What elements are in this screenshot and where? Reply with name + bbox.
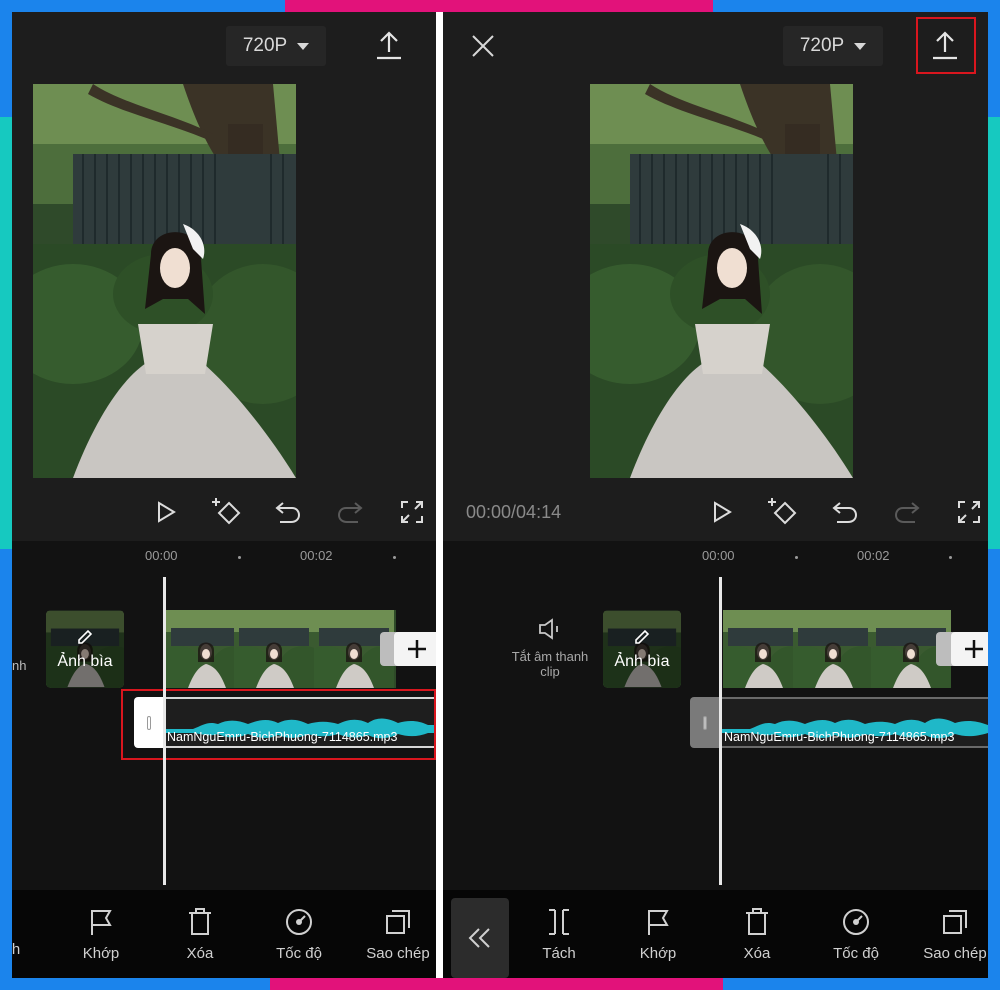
flag-icon <box>648 910 669 935</box>
redo-icon[interactable] <box>332 494 368 530</box>
double-chevron-left-icon <box>468 928 490 948</box>
tool-edge-label: h <box>12 941 21 958</box>
frame-bottom-accent <box>270 978 723 990</box>
export-icon[interactable] <box>372 28 406 62</box>
playback-time: 00:00/04:14 <box>466 502 562 522</box>
plus-icon <box>408 640 426 658</box>
undo-icon[interactable] <box>827 494 863 530</box>
play-icon[interactable] <box>148 494 184 530</box>
video-clip[interactable] <box>723 610 951 688</box>
tool-delete-label: Xóa <box>743 945 771 962</box>
playhead[interactable] <box>163 577 166 885</box>
speaker-icon <box>539 618 558 640</box>
audio-left-trim-handle[interactable] <box>690 697 720 748</box>
ruler-dot <box>795 556 798 559</box>
video-preview[interactable] <box>590 84 853 478</box>
speed-icon <box>843 909 869 935</box>
add-clip-button[interactable] <box>394 632 436 666</box>
clip-frame <box>793 610 873 688</box>
cover-label: Ảnh bìa <box>57 653 113 670</box>
video-preview[interactable] <box>33 84 296 478</box>
cover-label: Ảnh bìa <box>614 653 670 670</box>
ruler-dot <box>238 556 241 559</box>
tool-edge[interactable]: h <box>12 907 51 958</box>
redo-icon[interactable] <box>889 494 925 530</box>
trash-icon <box>189 908 211 935</box>
screen-divider <box>436 12 443 978</box>
audio-filename: NamNguEmru-BichPhuong-7114865.mp3 <box>724 730 955 744</box>
partial-label: nh <box>12 658 27 673</box>
mute-label: Tắt âm thanh clip <box>511 649 589 679</box>
chevron-down-icon <box>854 42 867 50</box>
ruler-time-2: 00:02 <box>857 548 890 563</box>
speed-icon <box>286 909 312 935</box>
copy-icon <box>943 910 967 934</box>
ruler-time-0: 00:00 <box>145 548 178 563</box>
tool-match[interactable]: Khớp <box>66 907 136 962</box>
video-clip[interactable] <box>166 610 396 688</box>
copy-icon <box>386 910 410 934</box>
flag-icon <box>91 910 112 935</box>
close-icon[interactable] <box>467 30 499 62</box>
plus-icon <box>965 640 983 658</box>
pencil-icon <box>635 629 650 644</box>
resolution-dropdown[interactable]: 720P <box>783 26 883 66</box>
ruler-time-2: 00:02 <box>300 548 333 563</box>
tool-split[interactable]: Tách <box>524 907 594 962</box>
left-screen: 720P 00:00 00:02 nh Ảnh bìa NamNguEmru-B… <box>12 12 436 978</box>
tool-match[interactable]: Khớp <box>623 907 693 962</box>
tool-speed-label: Tốc độ <box>276 945 322 962</box>
tool-copy[interactable]: Sao chép <box>920 907 988 962</box>
playhead[interactable] <box>719 577 722 885</box>
tool-copy-label: Sao chép <box>923 945 987 962</box>
tool-speed-label: Tốc độ <box>833 945 879 962</box>
cover-thumbnail[interactable]: Ảnh bìa <box>603 610 681 688</box>
tool-copy[interactable]: Sao chép <box>363 907 433 962</box>
audio-clip[interactable]: NamNguEmru-BichPhuong-7114865.mp3 <box>720 697 988 748</box>
frame-left-accent <box>0 117 12 549</box>
tool-delete-label: Xóa <box>186 945 214 962</box>
mute-clip-audio-button[interactable]: Tắt âm thanh clip <box>505 617 595 679</box>
trash-icon <box>746 908 768 935</box>
tool-speed[interactable]: Tốc độ <box>264 907 334 962</box>
play-icon[interactable] <box>704 494 740 530</box>
tool-match-label: Khớp <box>82 945 120 962</box>
pencil-icon <box>78 629 93 644</box>
keyframe-icon[interactable] <box>208 494 244 530</box>
preview-image <box>590 84 853 478</box>
tool-speed[interactable]: Tốc độ <box>821 907 891 962</box>
add-clip-button[interactable] <box>951 632 988 666</box>
resolution-label: 720P <box>242 35 288 56</box>
clip-frame <box>234 610 314 688</box>
export-highlight <box>916 17 976 74</box>
ruler-dot <box>393 556 396 559</box>
back-button[interactable] <box>451 898 509 978</box>
split-icon <box>549 909 569 935</box>
tool-copy-label: Sao chép <box>366 945 430 962</box>
ruler-time-0: 00:00 <box>702 548 735 563</box>
right-screen: 720P 00:00/04:14 00:00 00:02 Tắt âm than… <box>443 12 988 978</box>
tool-delete[interactable]: Xóa <box>165 907 235 962</box>
resolution-label: 720P <box>799 35 845 56</box>
frame-right-accent <box>988 117 1000 549</box>
cover-thumbnail[interactable]: Ảnh bìa <box>46 610 124 688</box>
keyframe-icon[interactable] <box>764 494 800 530</box>
clip-frame <box>723 610 803 688</box>
preview-image <box>33 84 296 478</box>
resolution-dropdown[interactable]: 720P <box>226 26 326 66</box>
undo-icon[interactable] <box>270 494 306 530</box>
tool-delete[interactable]: Xóa <box>722 907 792 962</box>
tool-split-label: Tách <box>542 945 576 962</box>
frame-top-accent <box>285 0 713 12</box>
tool-match-label: Khớp <box>639 945 677 962</box>
ruler-dot <box>949 556 952 559</box>
selection-highlight <box>121 689 436 760</box>
chevron-down-icon <box>297 42 310 50</box>
fullscreen-icon[interactable] <box>394 494 430 530</box>
fullscreen-icon[interactable] <box>951 494 987 530</box>
